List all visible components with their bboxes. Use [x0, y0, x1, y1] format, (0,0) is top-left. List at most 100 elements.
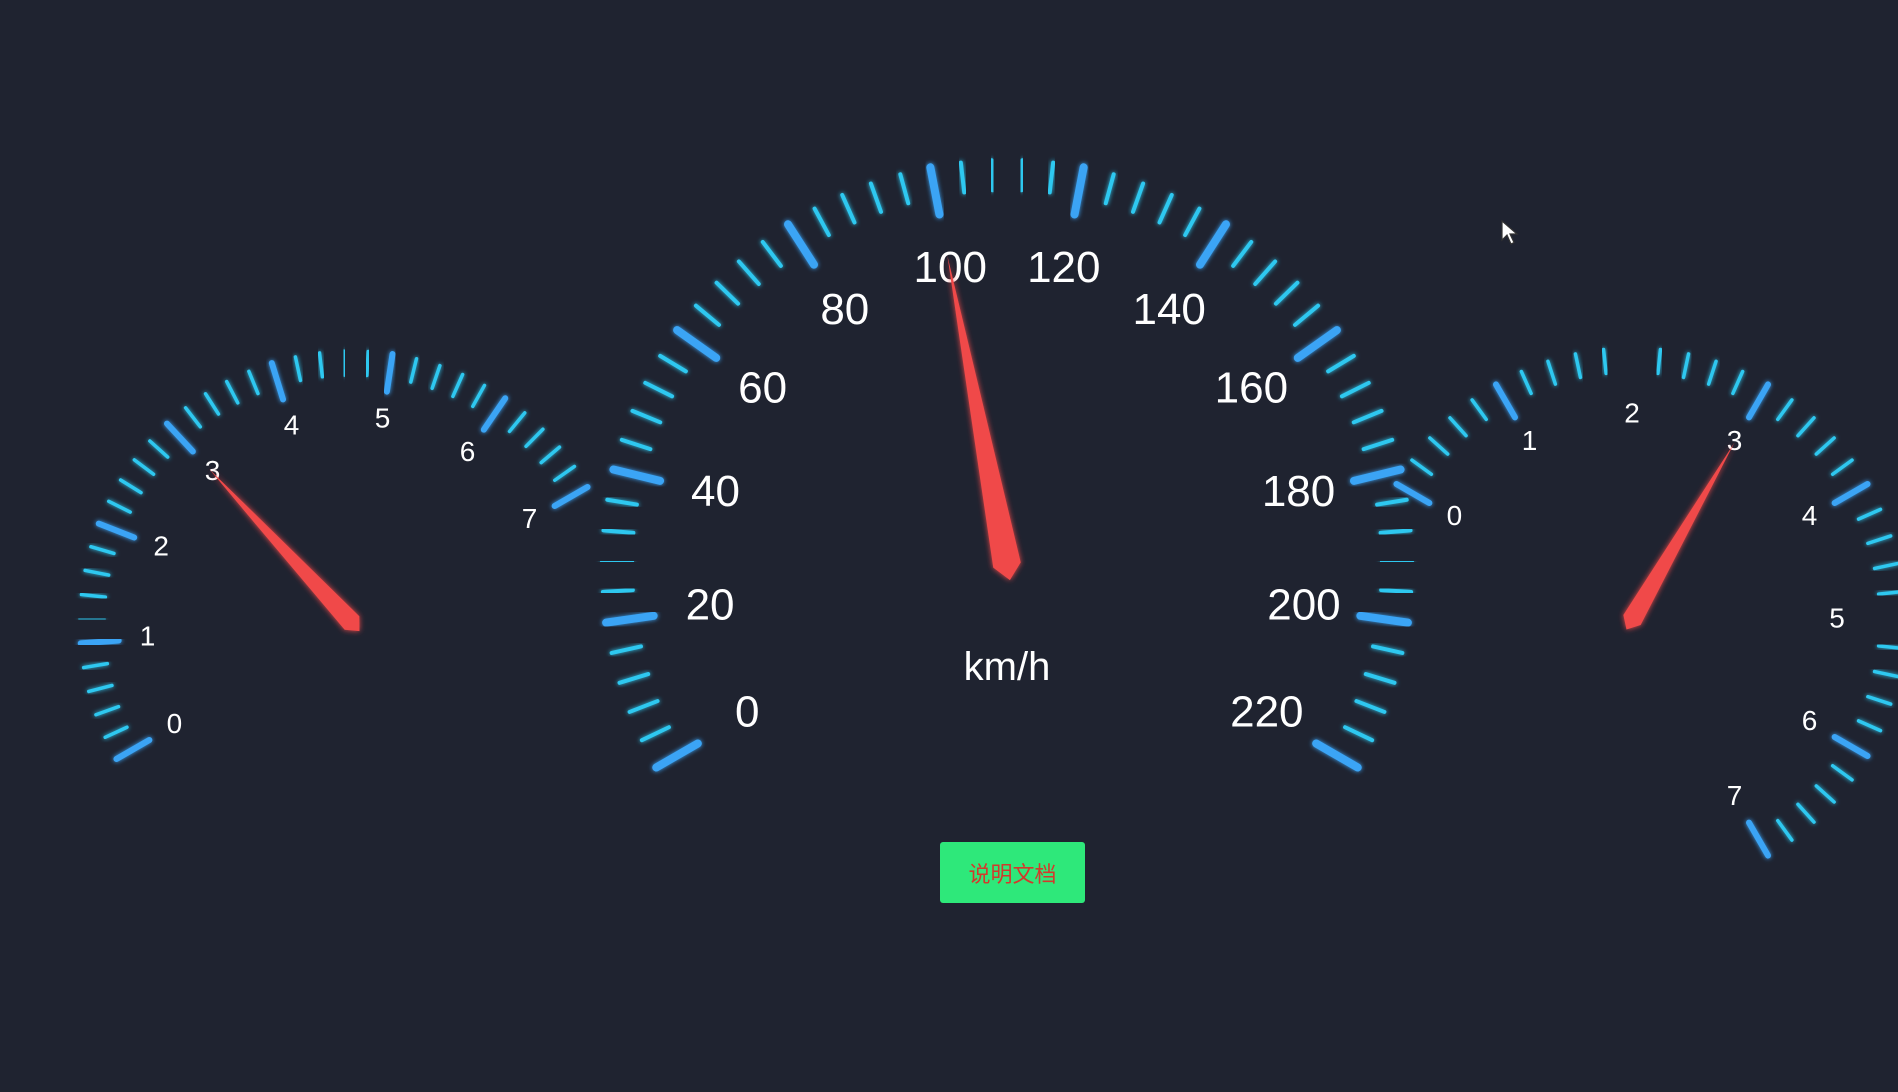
- major-tick: [551, 484, 591, 509]
- minor-tick: [1872, 669, 1898, 679]
- minor-tick: [1131, 181, 1146, 214]
- minor-tick: [1273, 280, 1300, 306]
- gauge-scale-label: 1: [140, 621, 156, 652]
- major-tick: [1312, 739, 1362, 772]
- minor-tick: [1856, 507, 1883, 521]
- minor-tick: [1656, 347, 1663, 376]
- minor-tick: [639, 725, 671, 743]
- documentation-button[interactable]: 说明文档: [940, 842, 1085, 903]
- dashboard-canvas: 01234 567 020406080100 120140160180200220 …: [77, 158, 1898, 859]
- major-tick: [1356, 611, 1412, 627]
- minor-tick: [1876, 590, 1898, 596]
- minor-tick: [868, 181, 883, 214]
- major-tick: [1831, 734, 1871, 759]
- minor-tick: [630, 408, 663, 425]
- minor-tick: [1681, 352, 1691, 380]
- minor-tick: [1546, 359, 1558, 386]
- gauge-scale-label: 140: [1132, 285, 1205, 334]
- minor-tick: [86, 683, 114, 694]
- minor-tick: [1830, 764, 1854, 782]
- minor-tick: [617, 672, 651, 685]
- minor-tick: [601, 528, 636, 535]
- minor-tick: [1776, 818, 1794, 842]
- minor-tick: [605, 497, 639, 507]
- minor-tick: [1361, 437, 1395, 452]
- minor-tick: [627, 699, 660, 714]
- major-tick: [1831, 481, 1871, 506]
- minor-tick: [224, 379, 240, 405]
- gauge-scale-label: 6: [460, 436, 476, 467]
- minor-tick: [1814, 436, 1836, 456]
- minor-tick: [736, 259, 761, 286]
- gauge-scale-label: 200: [1267, 580, 1340, 629]
- gauge-scale-label: 0: [1447, 500, 1463, 531]
- minor-tick: [1103, 172, 1116, 206]
- minor-tick: [1371, 644, 1405, 655]
- minor-tick: [1856, 719, 1883, 733]
- gauge-scale-label: 2: [1624, 397, 1640, 428]
- minor-tick: [1519, 369, 1533, 396]
- minor-tick: [148, 439, 170, 459]
- minor-tick: [471, 383, 487, 409]
- minor-tick: [1866, 534, 1893, 546]
- minor-tick: [600, 587, 635, 594]
- minor-tick: [1731, 369, 1745, 396]
- minor-tick: [1378, 528, 1413, 535]
- minor-tick: [1866, 694, 1893, 706]
- minor-tick: [898, 172, 911, 206]
- dashboard-stage: 01234567 0 20 40 60 80 100 120 140 160 180 200 220 …: [0, 0, 1898, 1092]
- gauge-scale-label: 5: [375, 403, 391, 434]
- major-tick: [480, 395, 509, 433]
- major-tick: [95, 520, 138, 541]
- minor-tick: [79, 592, 108, 599]
- minor-tick: [1379, 587, 1414, 594]
- gauge-needle: [209, 469, 360, 632]
- minor-tick: [1375, 497, 1409, 507]
- minor-tick: [714, 280, 741, 306]
- gauge-scale-label: 40: [691, 467, 740, 516]
- minor-tick: [989, 158, 995, 193]
- minor-tick: [619, 437, 653, 452]
- major-tick: [1070, 163, 1088, 219]
- minor-tick: [1814, 784, 1836, 804]
- gauge-scale-label: 7: [1727, 780, 1743, 811]
- major-tick: [1349, 465, 1405, 485]
- minor-tick: [1872, 561, 1898, 571]
- speed-unit-label: km/h: [964, 645, 1051, 689]
- gauge-scale-label: 180: [1262, 467, 1335, 516]
- major-tick: [383, 351, 396, 395]
- major-tick: [77, 637, 122, 647]
- minor-tick: [451, 372, 465, 399]
- minor-tick: [203, 392, 221, 416]
- minor-tick: [1339, 380, 1371, 399]
- minor-tick: [183, 406, 203, 429]
- minor-tick: [658, 353, 688, 374]
- minor-tick: [1183, 206, 1202, 238]
- minor-tick: [1231, 239, 1254, 268]
- gauge-needle: [1623, 442, 1735, 630]
- gauge-scale-label: 100: [914, 243, 987, 292]
- gauge-scale-label: 5: [1829, 602, 1845, 633]
- minor-tick: [1293, 303, 1321, 327]
- major-tick: [268, 360, 287, 403]
- minor-tick: [247, 369, 260, 396]
- minor-tick: [1830, 458, 1854, 476]
- major-tick: [784, 220, 818, 269]
- gauge-scale-label: 1: [1522, 425, 1538, 456]
- gauge-scale-label: 6: [1802, 705, 1818, 736]
- left-gauge: 0 1 2 3 4 5 6 7: [77, 349, 591, 762]
- major-tick: [652, 739, 702, 772]
- gauge-scale-label: 20: [686, 580, 735, 629]
- minor-tick: [693, 303, 721, 327]
- gauge-scale-label: 3: [205, 455, 221, 486]
- major-tick: [1196, 220, 1230, 269]
- minor-tick: [94, 704, 121, 717]
- gauge-scale-label: 0: [735, 688, 759, 737]
- minor-tick: [812, 206, 831, 238]
- major-tick: [673, 326, 721, 362]
- minor-tick: [103, 725, 129, 740]
- major-tick: [113, 737, 153, 762]
- minor-tick: [342, 349, 347, 377]
- minor-tick: [1326, 353, 1356, 374]
- minor-tick: [1601, 347, 1608, 376]
